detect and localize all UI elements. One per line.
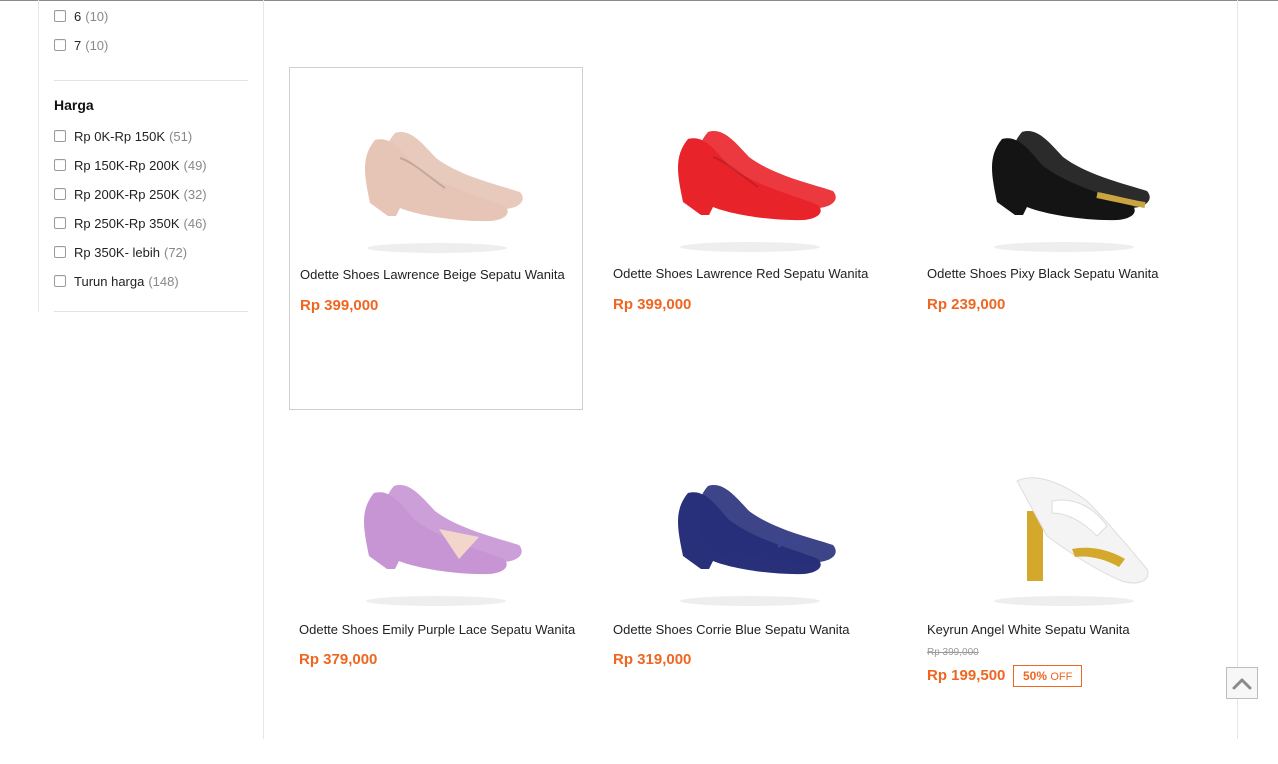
filter-count: (10) (85, 8, 109, 24)
discount-badge: 50% OFF (1013, 665, 1083, 687)
filter-price-250-350[interactable]: Rp 250K-Rp 350K (46) (54, 214, 207, 232)
filter-label: Turun harga (74, 273, 145, 289)
filter-count: (51) (169, 128, 193, 144)
filter-count: (10) (85, 37, 109, 53)
filter-price-350-plus[interactable]: Rp 350K- lebih (72) (54, 243, 187, 261)
price-section-title: Harga (54, 97, 94, 113)
product-image[interactable] (957, 441, 1171, 611)
product-name[interactable]: Odette Shoes Pixy Black Sepatu Wanita (927, 266, 1158, 281)
checkbox[interactable] (54, 246, 66, 258)
filter-count: (72) (164, 244, 188, 260)
product-image[interactable] (329, 441, 543, 611)
product-price: Rp 319,000 (613, 651, 692, 668)
filter-label: Rp 350K- lebih (74, 244, 160, 260)
discount-suffix: OFF (1050, 671, 1073, 683)
checkbox[interactable] (54, 159, 66, 171)
chevron-up-icon (1232, 678, 1252, 690)
product-price: Rp 399,000 (300, 297, 379, 314)
product-name[interactable]: Keyrun Angel White Sepatu Wanita (927, 622, 1130, 637)
filter-label: Rp 0K-Rp 150K (74, 128, 166, 144)
product-name[interactable]: Odette Shoes Emily Purple Lace Sepatu Wa… (299, 622, 575, 637)
checkbox[interactable] (54, 39, 66, 51)
discount-value: 50% (1023, 669, 1048, 683)
product-card[interactable]: Odette Shoes Lawrence Beige Sepatu Wanit… (289, 67, 583, 410)
filter-count: (46) (183, 215, 207, 231)
filter-size-6[interactable]: 6 (10) (54, 7, 108, 25)
filter-price-0-150[interactable]: Rp 0K-Rp 150K (51) (54, 127, 192, 145)
product-image[interactable] (957, 87, 1171, 257)
filter-label: 6 (74, 8, 82, 24)
checkbox[interactable] (54, 217, 66, 229)
filter-label: Rp 150K-Rp 200K (74, 157, 180, 173)
filter-count: (49) (183, 157, 207, 173)
sidebar-divider (38, 0, 39, 312)
product-price: Rp 239,000 (927, 296, 1006, 313)
checkbox[interactable] (54, 130, 66, 142)
product-card[interactable]: Odette Shoes Lawrence Red Sepatu Wanita … (603, 67, 897, 410)
content-left-divider (263, 0, 264, 739)
product-price: Rp 379,000 (299, 651, 378, 668)
filter-count: (148) (148, 273, 179, 289)
product-image[interactable] (643, 87, 857, 257)
content-right-divider (1237, 0, 1238, 739)
product-old-price: Rp 399,000 (927, 647, 979, 658)
product-card[interactable]: Odette Shoes Emily Purple Lace Sepatu Wa… (289, 421, 583, 764)
product-name[interactable]: Odette Shoes Corrie Blue Sepatu Wanita (613, 622, 850, 637)
top-border (0, 0, 1278, 1)
product-card[interactable]: Odette Shoes Corrie Blue Sepatu Wanita R… (603, 421, 897, 764)
product-image[interactable] (330, 88, 544, 258)
filter-size-7[interactable]: 7 (10) (54, 36, 108, 54)
product-image[interactable] (643, 441, 857, 611)
product-name[interactable]: Odette Shoes Lawrence Beige Sepatu Wanit… (300, 267, 565, 282)
checkbox[interactable] (54, 10, 66, 22)
scroll-to-top-button[interactable] (1226, 667, 1258, 699)
section-divider (54, 311, 248, 312)
product-price: Rp 399,000 (613, 296, 692, 313)
product-card[interactable]: Odette Shoes Pixy Black Sepatu Wanita Rp… (917, 67, 1211, 410)
checkbox[interactable] (54, 275, 66, 287)
filter-price-150-200[interactable]: Rp 150K-Rp 200K (49) (54, 156, 207, 174)
filter-price-discount[interactable]: Turun harga (148) (54, 272, 179, 290)
product-price: Rp 199,500 (927, 667, 1006, 684)
checkbox[interactable] (54, 188, 66, 200)
product-name[interactable]: Odette Shoes Lawrence Red Sepatu Wanita (613, 266, 868, 281)
filter-count: (32) (183, 186, 207, 202)
filter-label: Rp 200K-Rp 250K (74, 186, 180, 202)
product-card[interactable]: Keyrun Angel White Sepatu Wanita Rp 399,… (917, 421, 1211, 764)
filter-label: Rp 250K-Rp 350K (74, 215, 180, 231)
section-divider (54, 80, 248, 81)
filter-price-200-250[interactable]: Rp 200K-Rp 250K (32) (54, 185, 207, 203)
filter-label: 7 (74, 37, 82, 53)
